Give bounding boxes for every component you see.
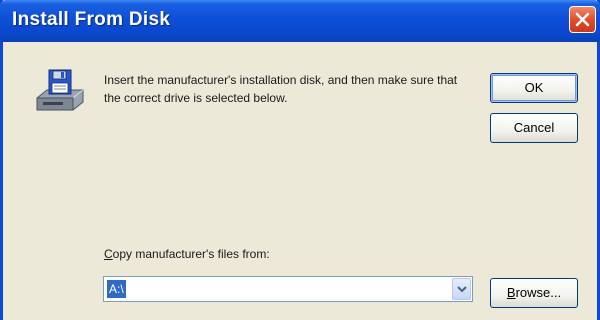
close-button[interactable] bbox=[569, 6, 596, 33]
browse-button[interactable]: Browse... bbox=[490, 278, 578, 308]
copy-from-path-combobox[interactable]: A:\ bbox=[103, 276, 473, 302]
install-from-disk-dialog: Install From Disk Insert the manufacture… bbox=[0, 0, 600, 320]
browse-label-text: rowse... bbox=[515, 285, 562, 300]
path-input-value[interactable]: A:\ bbox=[107, 280, 126, 298]
copy-from-label: Copy manufacturer's files from: bbox=[104, 247, 270, 261]
browse-accel: B bbox=[506, 285, 516, 300]
floppy-disk-drive-icon bbox=[33, 66, 85, 114]
chevron-down-icon bbox=[457, 286, 467, 293]
title-bar[interactable]: Install From Disk bbox=[0, 0, 600, 42]
window-title: Install From Disk bbox=[12, 9, 171, 30]
copy-from-label-text: opy manufacturer's files from: bbox=[112, 247, 270, 261]
cancel-button[interactable]: Cancel bbox=[490, 113, 578, 143]
instruction-text: Insert the manufacturer's installation d… bbox=[104, 73, 458, 105]
copy-from-accel: C bbox=[104, 247, 113, 261]
close-icon bbox=[575, 12, 590, 27]
ok-button[interactable]: OK bbox=[490, 73, 578, 103]
dropdown-button[interactable] bbox=[452, 278, 471, 300]
